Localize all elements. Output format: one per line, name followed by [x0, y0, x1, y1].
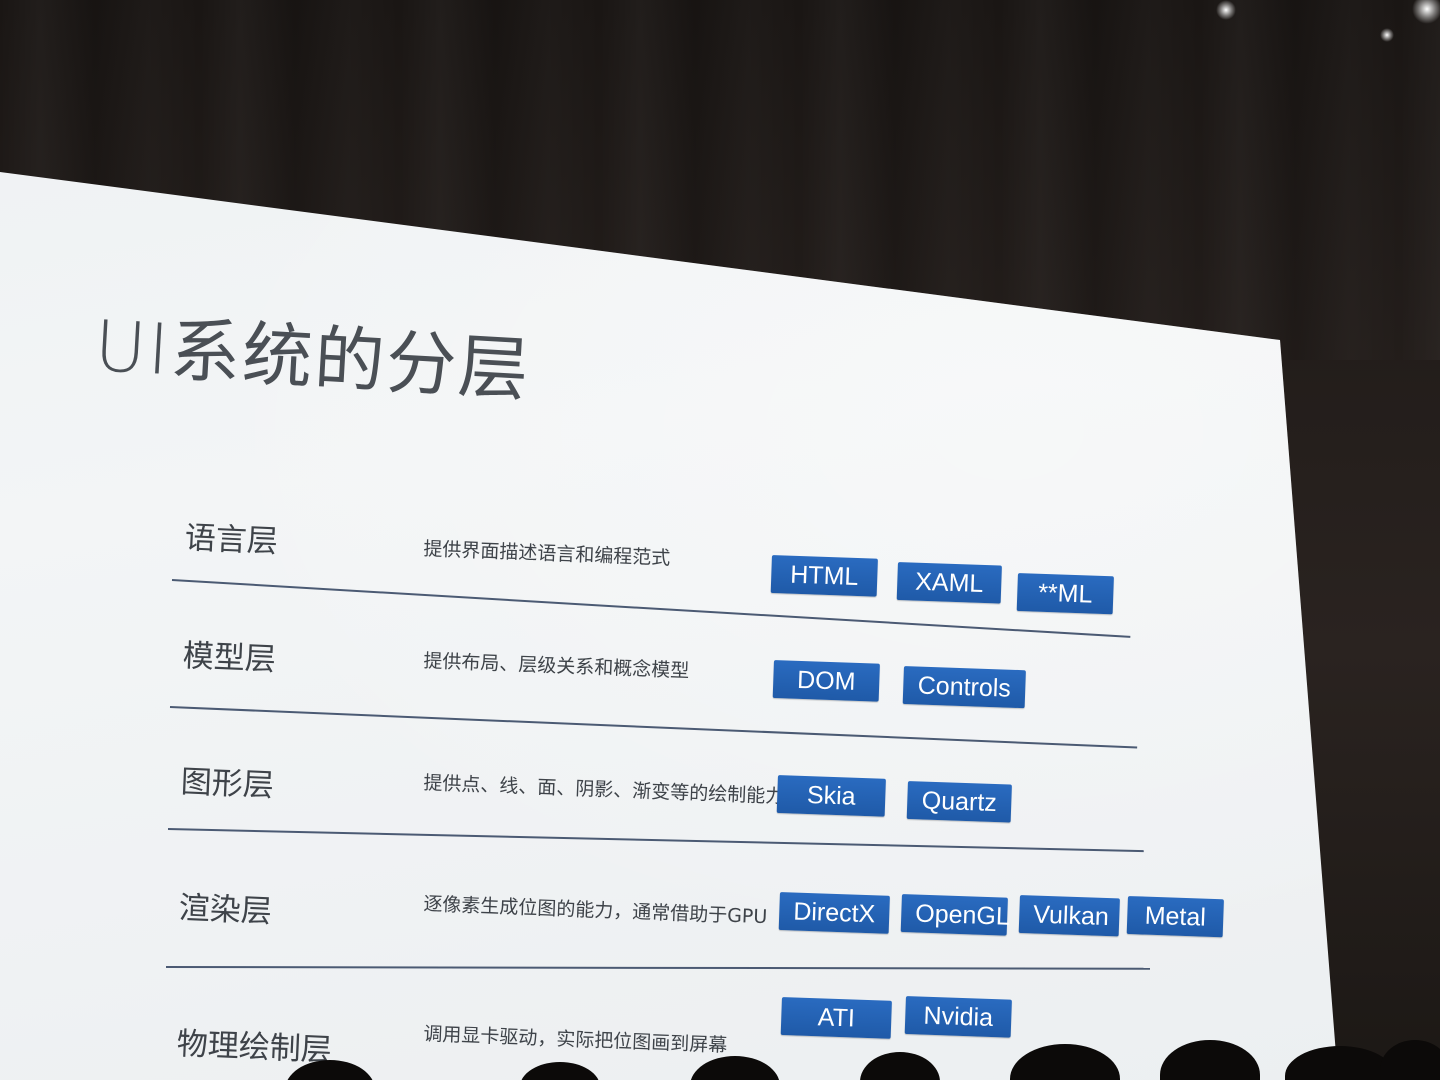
tag-controls: Controls [902, 666, 1026, 709]
layer-name-physical: 物理绘制层 [176, 1025, 333, 1069]
layer-name-language: 语言层 [184, 519, 279, 561]
tag-directx: DirectX [778, 892, 890, 934]
tag-skia: Skia [776, 775, 886, 817]
photo-scene: UI系统的分层 语言层 提供界面描述语言和编程范式 HTML XAML **ML… [0, 0, 1440, 1080]
tag-vulkan: Vulkan [1018, 895, 1120, 937]
tag-dom: DOM [772, 660, 880, 702]
tag-quartz: Quartz [906, 781, 1012, 823]
projected-slide: UI系统的分层 语言层 提供界面描述语言和编程范式 HTML XAML **ML… [0, 0, 1440, 1080]
layer-name-rendering: 渲染层 [178, 889, 273, 931]
tag-nvidia: Nvidia [904, 996, 1012, 1038]
tag-metal: Metal [1126, 896, 1224, 938]
tag-ati: ATI [780, 997, 892, 1039]
layer-name-graphics: 图形层 [180, 763, 275, 805]
layer-name-model: 模型层 [182, 637, 277, 679]
tag-xaml: XAML [896, 562, 1002, 604]
tag-ml: **ML [1016, 573, 1114, 615]
tag-opengl: OpenGL [900, 894, 1010, 936]
tag-html: HTML [770, 555, 878, 597]
